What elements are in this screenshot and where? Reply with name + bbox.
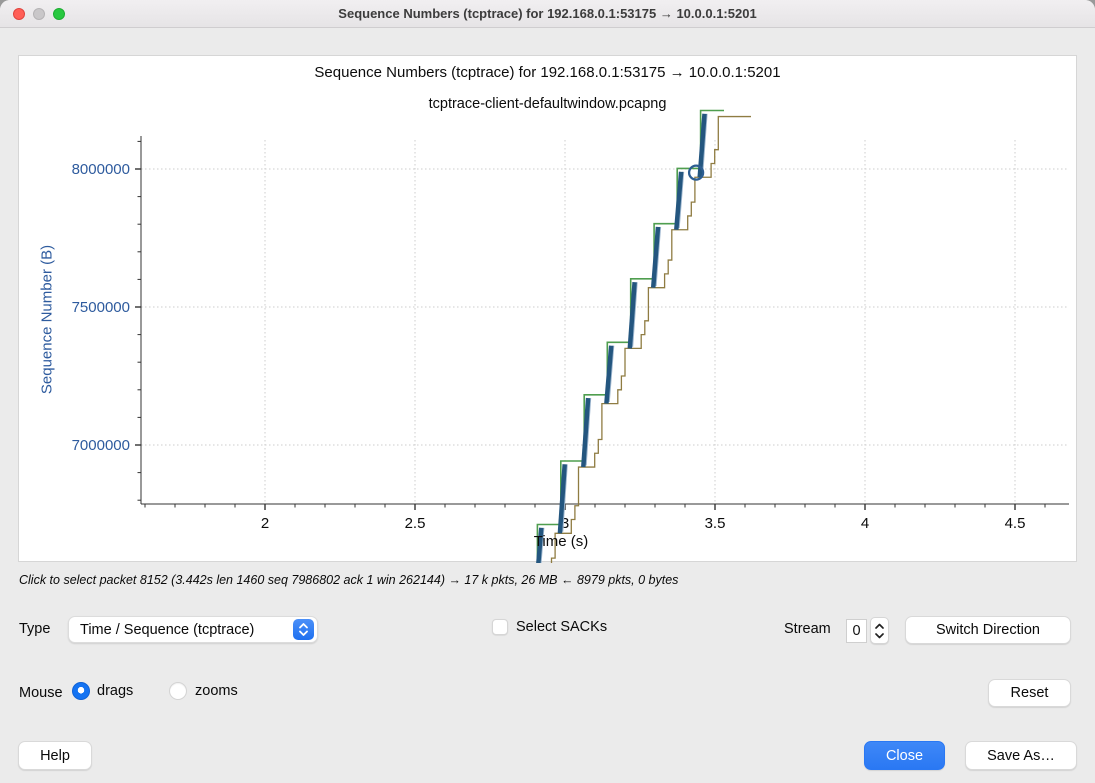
mouse-drags-radio[interactable] bbox=[72, 682, 90, 700]
close-button[interactable]: Close bbox=[864, 741, 945, 770]
svg-text:3.5: 3.5 bbox=[705, 515, 726, 532]
reset-button[interactable]: Reset bbox=[988, 679, 1071, 707]
type-label: Type bbox=[19, 621, 51, 637]
mouse-label: Mouse bbox=[19, 685, 63, 701]
chevron-up-down-icon bbox=[293, 619, 314, 640]
select-sacks-checkbox[interactable] bbox=[492, 619, 508, 635]
stream-stepper[interactable] bbox=[870, 617, 889, 644]
svg-text:7000000: 7000000 bbox=[72, 437, 130, 454]
y-axis-title: Sequence Number (B) bbox=[38, 244, 56, 395]
titlebar[interactable]: Sequence Numbers (tcptrace) for 192.168.… bbox=[0, 0, 1095, 28]
svg-text:7500000: 7500000 bbox=[72, 299, 130, 316]
x-axis-title: Time (s) bbox=[533, 533, 589, 550]
svg-text:4: 4 bbox=[861, 515, 869, 532]
stream-label: Stream bbox=[784, 621, 831, 637]
chart-title: Sequence Numbers (tcptrace) for 192.168.… bbox=[314, 64, 781, 81]
mouse-zooms-radio[interactable] bbox=[169, 682, 187, 700]
svg-text:2.5: 2.5 bbox=[405, 515, 426, 532]
chart-panel: 22.533.544.56000000650000070000007500000… bbox=[18, 55, 1078, 563]
svg-text:4.5: 4.5 bbox=[1005, 515, 1026, 532]
stream-number-field[interactable]: 0 bbox=[846, 618, 867, 643]
stepper-up-icon[interactable] bbox=[874, 622, 885, 631]
controls-row-2: Mouse drags zooms Reset bbox=[0, 679, 1095, 709]
dialog-footer: Help Close Save As… bbox=[0, 741, 1095, 771]
tcptrace-plot[interactable]: 22.533.544.56000000650000070000007500000… bbox=[19, 56, 1078, 563]
svg-text:8000000: 8000000 bbox=[72, 161, 130, 178]
mouse-zooms-label: zooms bbox=[195, 683, 238, 699]
packet-hint-text: Click to select packet 8152 (3.442s len … bbox=[19, 573, 679, 587]
chart-subtitle: tcptrace-client-defaultwindow.pcapng bbox=[428, 96, 667, 112]
controls-row-1: Type Time / Sequence (tcptrace) Select S… bbox=[0, 616, 1095, 646]
graph-type-dropdown[interactable]: Time / Sequence (tcptrace) bbox=[68, 616, 318, 643]
stepper-down-icon[interactable] bbox=[874, 631, 885, 640]
switch-direction-button[interactable]: Switch Direction bbox=[905, 616, 1071, 644]
svg-text:2: 2 bbox=[261, 515, 269, 532]
save-as-button[interactable]: Save As… bbox=[965, 741, 1077, 770]
tcp-stream-graph-window: Sequence Numbers (tcptrace) for 192.168.… bbox=[0, 0, 1095, 783]
select-sacks-label: Select SACKs bbox=[516, 619, 608, 635]
graph-type-value: Time / Sequence (tcptrace) bbox=[80, 621, 255, 638]
help-button[interactable]: Help bbox=[18, 741, 92, 770]
window-title: Sequence Numbers (tcptrace) for 192.168.… bbox=[338, 6, 757, 21]
mouse-drags-label: drags bbox=[97, 683, 134, 699]
